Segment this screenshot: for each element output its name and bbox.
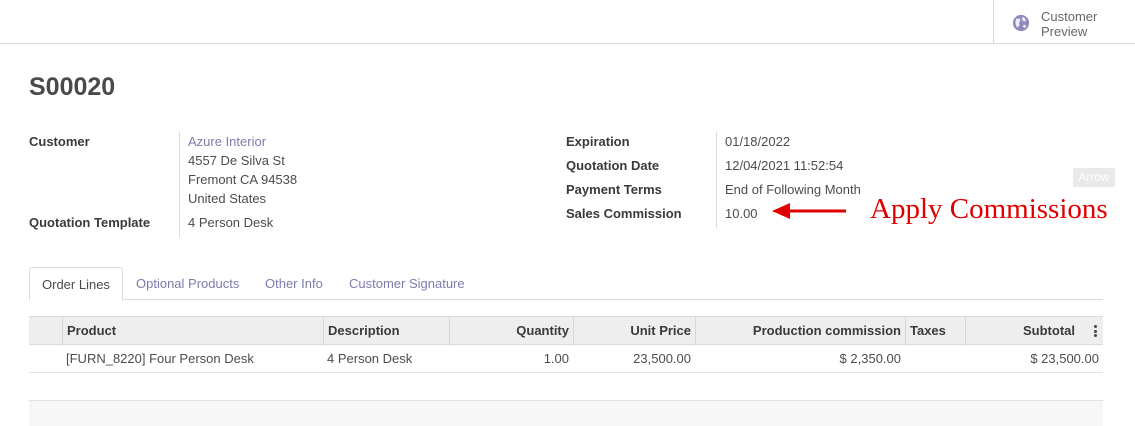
tab-other-info[interactable]: Other Info [265, 267, 323, 300]
order-lines-table: Product Description Quantity Unit Price … [29, 316, 1103, 373]
quotation-template-field[interactable]: 4 Person Desk [188, 215, 273, 230]
quotation-date-field[interactable]: 12/04/2021 11:52:54 [725, 158, 843, 173]
column-header-taxes[interactable]: Taxes [905, 317, 965, 345]
column-header-product[interactable]: Product [62, 317, 323, 345]
globe-icon [1012, 14, 1030, 32]
payment-terms-field[interactable]: End of Following Month [725, 182, 861, 197]
arrow-tag: Arrow [1073, 168, 1115, 187]
table-row[interactable]: [FURN_8220] Four Person Desk 4 Person De… [29, 345, 1103, 373]
red-arrow-icon [772, 203, 846, 219]
table-footer [29, 400, 1103, 426]
customer-preview-button[interactable]: Customer Preview [993, 0, 1135, 43]
address-line: Fremont CA 94538 [188, 172, 298, 187]
expiration-label: Expiration [566, 134, 630, 149]
cell-subtotal: $ 23,500.00 [1030, 351, 1099, 366]
sales-commission-field[interactable]: 10.00 [725, 206, 758, 221]
tab-optional-products[interactable]: Optional Products [136, 267, 239, 300]
quotation-template-label: Quotation Template [29, 215, 151, 230]
table-header: Product Description Quantity Unit Price … [29, 316, 1103, 345]
column-header-subtotal[interactable]: Subtotal [965, 317, 1103, 345]
handle-column-header [29, 317, 62, 345]
column-options-icon[interactable] [1094, 325, 1097, 337]
field-divider [716, 132, 717, 228]
customer-preview-label: Customer Preview [1041, 9, 1098, 39]
notebook-tabs: Order Lines Optional Products Other Info… [29, 267, 1103, 301]
column-header-description[interactable]: Description [323, 317, 449, 345]
column-header-unit-price[interactable]: Unit Price [573, 317, 695, 345]
record-title: S00020 [29, 73, 116, 101]
payment-terms-label: Payment Terms [566, 182, 662, 197]
customer-link[interactable]: Azure Interior [188, 134, 266, 149]
expiration-field[interactable]: 01/18/2022 [725, 134, 790, 149]
customer-label: Customer [29, 134, 90, 149]
field-divider [179, 132, 180, 237]
column-header-production-commission[interactable]: Production commission [695, 317, 905, 345]
cell-quantity[interactable]: 1.00 [449, 345, 569, 373]
cell-description[interactable]: 4 Person Desk [327, 345, 412, 373]
column-header-quantity[interactable]: Quantity [449, 317, 573, 345]
annotation-text: Apply Commissions [870, 193, 1108, 225]
address-line: 4557 De Silva St [188, 153, 285, 168]
address-line: United States [188, 191, 267, 206]
sales-commission-label: Sales Commission [566, 206, 682, 221]
top-bar: Customer Preview [0, 0, 1135, 44]
quotation-date-label: Quotation Date [566, 158, 660, 173]
cell-production-commission[interactable]: $ 2,350.00 [695, 345, 901, 373]
tab-customer-signature[interactable]: Customer Signature [349, 267, 465, 300]
tab-order-lines[interactable]: Order Lines [29, 267, 123, 301]
cell-product[interactable]: [FURN_8220] Four Person Desk [66, 345, 254, 373]
cell-unit-price[interactable]: 23,500.00 [573, 345, 691, 373]
